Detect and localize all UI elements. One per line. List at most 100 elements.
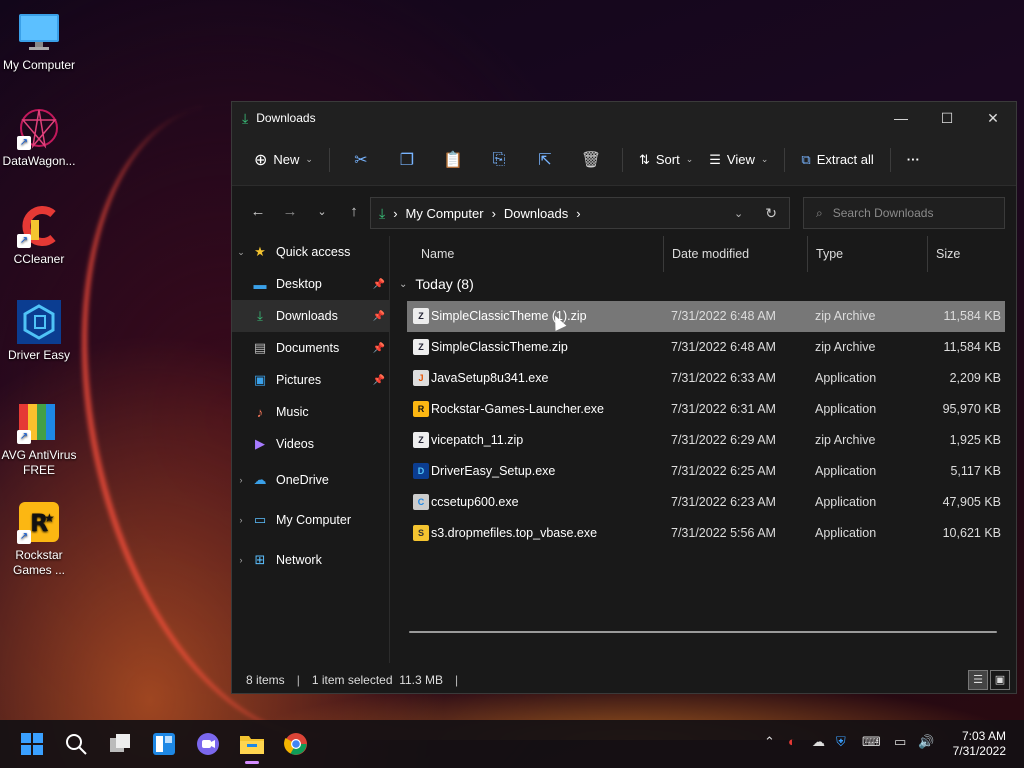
rockstar-icon: R: [413, 401, 429, 417]
more-options-button[interactable]: ···: [899, 144, 928, 176]
copy-button[interactable]: ❐: [384, 144, 430, 176]
chevron-right-icon[interactable]: ›: [232, 555, 250, 565]
chevron-right-icon[interactable]: ›: [232, 515, 250, 525]
desktop-icon-label: CCleaner: [13, 252, 65, 266]
table-row[interactable]: D DriverEasy_Setup.exe 7/31/2022 6:25 AM…: [407, 456, 1005, 487]
address-bar[interactable]: ⤓ › My Computer › Downloads › ⌄ ↻: [370, 197, 790, 229]
search-input[interactable]: [832, 206, 983, 220]
sidebar-item-label: Documents: [276, 341, 340, 355]
sidebar-item-network[interactable]: › ⊞ Network: [232, 540, 389, 580]
shortcut-arrow-icon: ↗: [17, 530, 31, 544]
sidebar-item-music[interactable]: ♪ Music: [232, 396, 389, 428]
chevron-down-icon: ⌄: [399, 278, 408, 290]
sort-button[interactable]: ⇅ Sort ⌄: [631, 144, 701, 176]
item-count: 8 items: [246, 673, 285, 687]
sidebar-item-documents[interactable]: ▤ Documents 📌: [232, 332, 389, 364]
desktop-icon-my-computer[interactable]: My Computer: [0, 10, 78, 73]
network-status-icon[interactable]: ▭: [894, 734, 906, 750]
file-size: 2,209 KB: [949, 371, 1001, 385]
security-shield-icon[interactable]: ⛨: [836, 734, 846, 750]
table-row[interactable]: Z SimpleClassicTheme (1).zip 7/31/2022 6…: [407, 301, 1005, 332]
sidebar-item-desktop[interactable]: ▬ Desktop 📌: [232, 268, 389, 300]
breadcrumb-my-computer[interactable]: My Computer: [406, 206, 484, 221]
delete-button[interactable]: 🗑: [568, 144, 614, 176]
videos-icon: ▶: [255, 436, 265, 451]
view-label: View: [726, 152, 755, 167]
breadcrumb-downloads[interactable]: Downloads: [504, 206, 568, 221]
sidebar-item-label: Music: [276, 405, 309, 419]
table-row[interactable]: Z SimpleClassicTheme.zip 7/31/2022 6:48 …: [407, 332, 1005, 363]
new-button[interactable]: ⊕ New ⌄: [246, 144, 321, 176]
show-hidden-icons-button[interactable]: ⌃: [764, 734, 775, 750]
sidebar-item-downloads[interactable]: ⤓ Downloads 📌: [232, 300, 389, 332]
horizontal-scrollbar[interactable]: [409, 631, 997, 633]
column-name[interactable]: Name: [413, 236, 454, 272]
table-row[interactable]: J JavaSetup8u341.exe 7/31/2022 6:33 AM A…: [407, 363, 1005, 394]
desktop-icon-label: Rockstar Games ...: [12, 548, 65, 577]
group-header-today[interactable]: ⌄ Today (8): [399, 276, 474, 292]
recent-locations-button[interactable]: ⌄: [306, 195, 338, 227]
extract-all-button[interactable]: ⧉ Extract all: [793, 144, 881, 176]
widgets-button[interactable]: [148, 728, 180, 760]
sidebar-item-quick-access[interactable]: ⌄ ★ Quick access: [232, 236, 389, 268]
rename-button[interactable]: ⎘: [476, 144, 522, 176]
cloud-offline-icon[interactable]: ☁: [812, 734, 825, 750]
start-button[interactable]: [16, 728, 48, 760]
table-row[interactable]: Z vicepatch_11.zip 7/31/2022 6:29 AM zip…: [407, 425, 1005, 456]
file-size: 47,905 KB: [942, 495, 1001, 509]
file-explorer-taskbar-button[interactable]: [236, 728, 268, 764]
column-size[interactable]: Size: [927, 236, 1007, 272]
sidebar-item-pictures[interactable]: ▣ Pictures 📌: [232, 364, 389, 396]
navigation-pane: ⌄ ★ Quick access ▬ Desktop 📌 ⤓ Downloads…: [232, 236, 390, 663]
minimize-button[interactable]: —: [878, 102, 924, 134]
table-row[interactable]: C ccsetup600.exe 7/31/2022 6:23 AM Appli…: [407, 487, 1005, 518]
installer-icon: C: [413, 494, 429, 510]
ccleaner-tray-icon[interactable]: ◐: [788, 734, 796, 749]
refresh-icon[interactable]: ↻: [765, 205, 777, 222]
desktop-icon-datawagon[interactable]: ↗ DataWagon...: [0, 106, 78, 169]
sidebar-item-label: Desktop: [276, 277, 322, 291]
keyboard-icon[interactable]: ⌨: [862, 734, 881, 750]
up-button[interactable]: ↑: [338, 195, 370, 227]
title-bar[interactable]: ⤓ Downloads — ☐ ✕: [232, 102, 1016, 134]
search-button[interactable]: [60, 728, 92, 760]
paste-button[interactable]: 📋: [430, 144, 476, 176]
column-type[interactable]: Type: [807, 236, 927, 272]
close-button[interactable]: ✕: [970, 102, 1016, 134]
chat-button[interactable]: [192, 728, 224, 760]
view-button[interactable]: ☰ View ⌄: [701, 144, 776, 176]
address-history-dropdown[interactable]: ⌄: [734, 207, 743, 220]
maximize-button[interactable]: ☐: [924, 102, 970, 134]
desktop-icon-driver-easy[interactable]: Driver Easy: [0, 300, 78, 363]
sidebar-item-videos[interactable]: ▶ Videos: [232, 428, 389, 460]
desktop-icon-ccleaner[interactable]: ↗ CCleaner: [0, 204, 78, 267]
system-clock[interactable]: 7:03 AM 7/31/2022: [953, 729, 1006, 759]
arrow-up-icon: ↑: [350, 202, 358, 220]
file-name: SimpleClassicTheme (1).zip: [431, 309, 587, 323]
desktop-icon-rockstar[interactable]: R ★ ↗ Rockstar Games ...: [0, 500, 78, 578]
back-button[interactable]: ←: [242, 195, 274, 227]
table-row[interactable]: R Rockstar-Games-Launcher.exe 7/31/2022 …: [407, 394, 1005, 425]
share-button[interactable]: ⇱: [522, 144, 568, 176]
downloads-icon: ⤓: [379, 204, 386, 221]
details-view-button[interactable]: ☰: [968, 670, 988, 690]
volume-icon[interactable]: 🔊: [918, 734, 934, 750]
sidebar-item-onedrive[interactable]: › ☁ OneDrive: [232, 460, 389, 500]
column-date-modified[interactable]: Date modified: [663, 236, 807, 272]
cut-button[interactable]: ✂: [338, 144, 384, 176]
chevron-right-icon[interactable]: ›: [232, 475, 250, 485]
table-row[interactable]: S s3.dropmefiles.top_vbase.exe 7/31/2022…: [407, 518, 1005, 549]
large-icons-view-button[interactable]: ▣: [990, 670, 1010, 690]
sort-label: Sort: [655, 152, 680, 167]
task-view-button[interactable]: [104, 728, 136, 760]
desktop-icon-avg[interactable]: ↗ AVG AntiVirus FREE: [0, 400, 78, 478]
chrome-button[interactable]: [280, 728, 312, 760]
separator: [889, 147, 891, 172]
driver-easy-icon: [17, 300, 61, 344]
scissors-icon: ✂: [354, 151, 368, 169]
file-type: Application: [815, 371, 877, 385]
chevron-down-icon[interactable]: ⌄: [232, 247, 250, 258]
forward-button[interactable]: →: [274, 195, 306, 227]
search-box[interactable]: ⌕: [803, 197, 1005, 229]
sidebar-item-my-computer[interactable]: › ▭ My Computer: [232, 500, 389, 540]
